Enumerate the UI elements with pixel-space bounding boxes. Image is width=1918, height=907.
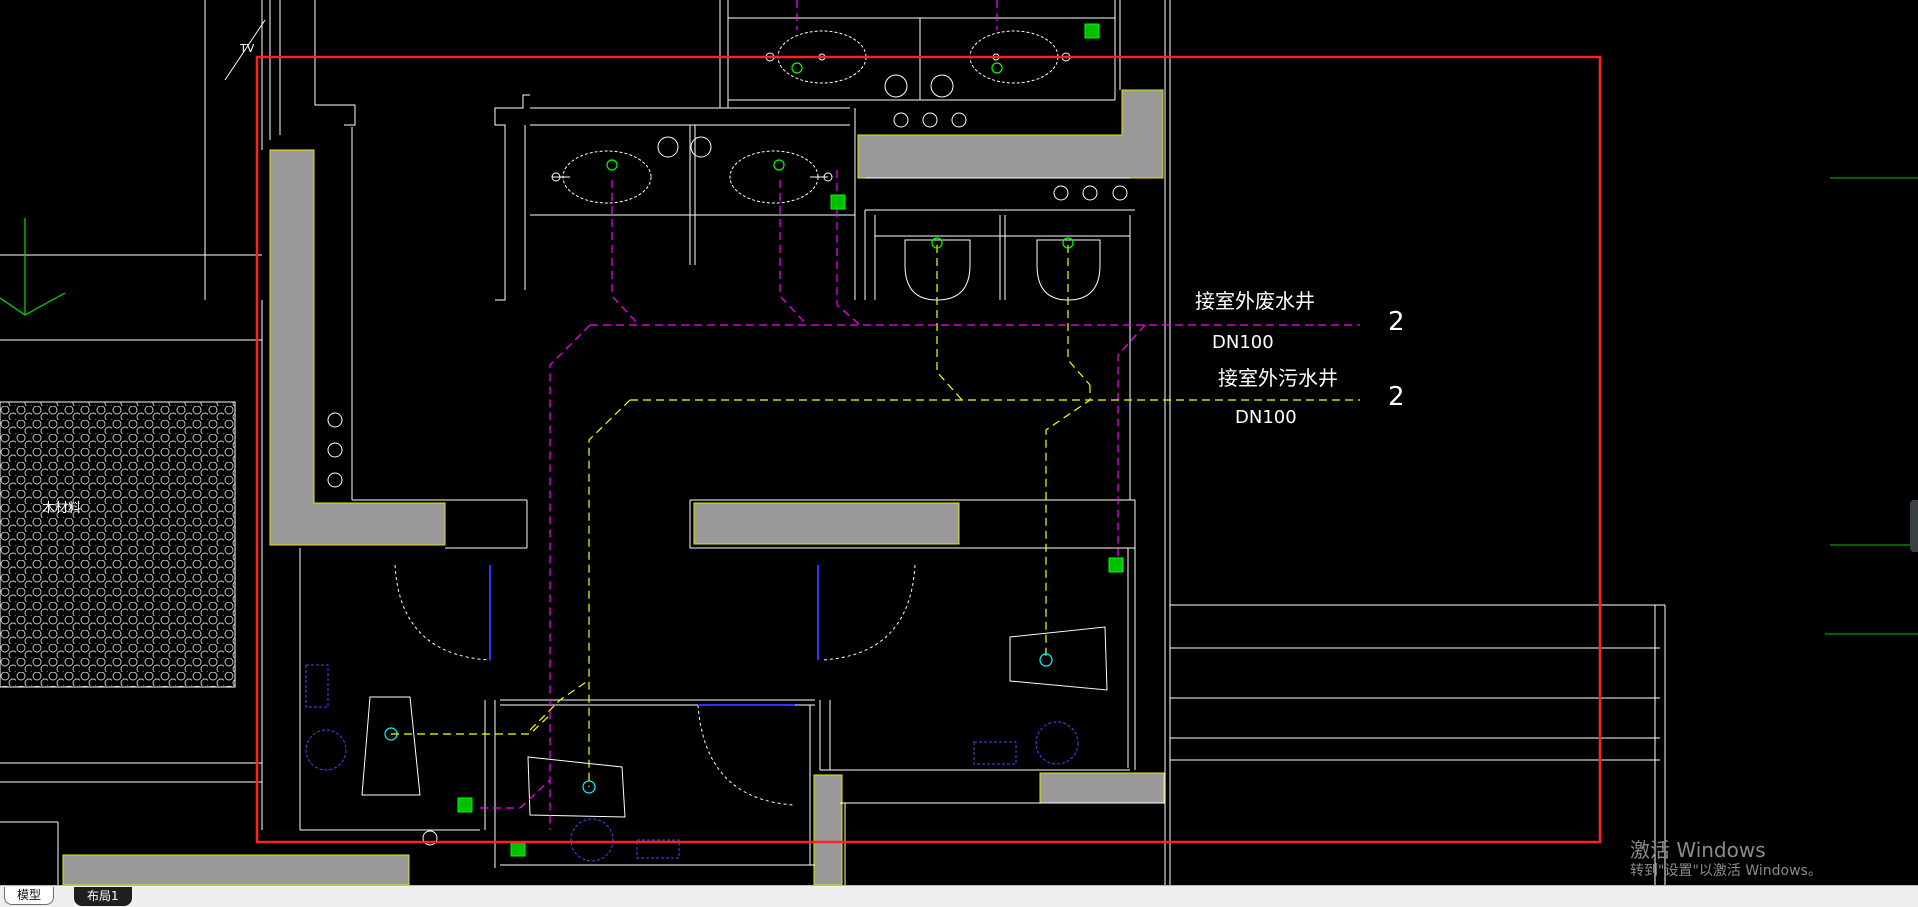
- cad-drawing-canvas[interactable]: TV 木材料 接室外废水井 DN100 2 接室外污水井 DN100 2: [0, 0, 1918, 885]
- toilets: [361, 626, 1108, 818]
- watermark-title: 激活 Windows: [1630, 838, 1766, 862]
- tab-model[interactable]: 模型: [4, 887, 55, 905]
- annotation-sewage-marker: 2: [1388, 382, 1405, 412]
- wall-outlines: [299, 0, 1666, 885]
- floor-openings: [327, 74, 1128, 846]
- right-grid-lines: [1825, 177, 1918, 635]
- annotation-waste-size: DN100: [1212, 332, 1274, 353]
- door-swings: [394, 564, 916, 806]
- windows-activation-watermark: 激活 Windows 转到"设置"以激活 Windows。: [1630, 838, 1822, 880]
- urinals: [904, 239, 1101, 301]
- annotation-waste-marker: 2: [1388, 307, 1405, 337]
- side-panel-handle[interactable]: [1910, 500, 1918, 552]
- layout-tab-bar: 模型 布局1: [0, 885, 1918, 907]
- blue-fixtures: [305, 664, 1079, 862]
- hatched-area: [0, 401, 236, 688]
- annotation-sewage-size: DN100: [1235, 407, 1297, 428]
- green-axis-marker: [0, 218, 66, 316]
- watermark-subtitle: 转到"设置"以激活 Windows。: [1630, 863, 1822, 879]
- annotation-sewage-title: 接室外污水井: [1218, 366, 1338, 390]
- annotation-waste-title: 接室外废水井: [1195, 289, 1315, 313]
- hatched-area-label: 木材料: [42, 501, 81, 516]
- tab-layout-1[interactable]: 布局1: [74, 887, 132, 906]
- tv-label: TV: [239, 42, 255, 55]
- door-leaves: [489, 565, 819, 706]
